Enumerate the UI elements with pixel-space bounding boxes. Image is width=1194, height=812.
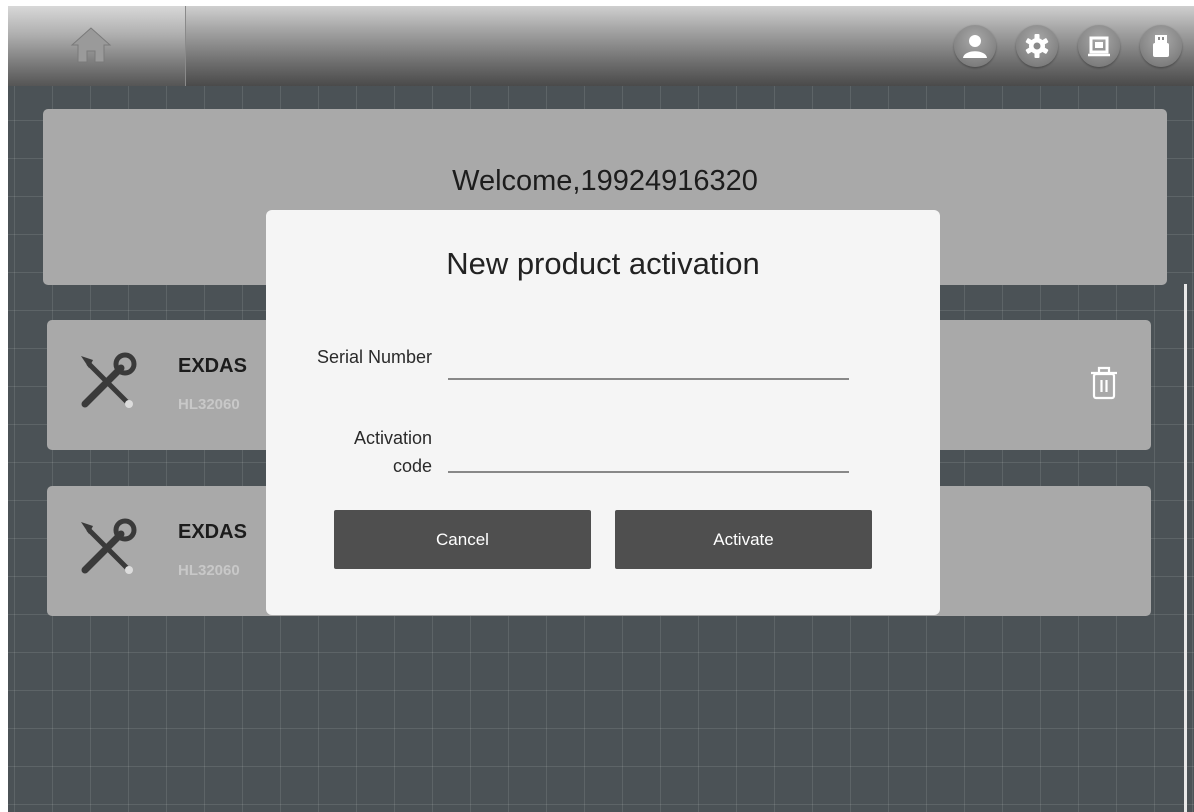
product-serial: HL32060 (178, 396, 240, 413)
tools-icon (81, 518, 137, 574)
serial-number-input[interactable] (448, 350, 849, 380)
product-serial: HL32060 (178, 562, 240, 579)
gear-icon[interactable] (1016, 25, 1058, 67)
activate-button[interactable]: Activate (615, 510, 872, 569)
app-window: Welcome,19924916320 EXDAS HL32060 EXDAS … (8, 6, 1194, 812)
top-bar (8, 6, 1194, 86)
tools-icon (81, 352, 137, 408)
usb-icon[interactable] (1140, 25, 1182, 67)
product-name: EXDAS (178, 521, 247, 543)
activation-dialog: New product activation Serial Number Act… (266, 210, 940, 615)
welcome-text: Welcome,19924916320 (452, 165, 758, 197)
scrollbar[interactable] (1184, 284, 1187, 812)
cancel-button[interactable]: Cancel (334, 510, 591, 569)
activation-code-input[interactable] (448, 443, 849, 473)
dialog-title: New product activation (446, 246, 760, 281)
activation-code-label-line1: Activation (353, 428, 432, 448)
serial-number-label: Serial Number (316, 347, 432, 367)
screenshot-icon[interactable] (1078, 25, 1120, 67)
product-name: EXDAS (178, 355, 247, 377)
trash-icon[interactable] (1089, 365, 1119, 401)
header-icons (954, 25, 1182, 67)
user-icon[interactable] (954, 25, 996, 67)
activation-code-label-line2: code (392, 456, 432, 476)
home-icon[interactable] (70, 24, 112, 66)
activation-code-label: Activation code (292, 424, 432, 480)
home-area (8, 6, 186, 86)
